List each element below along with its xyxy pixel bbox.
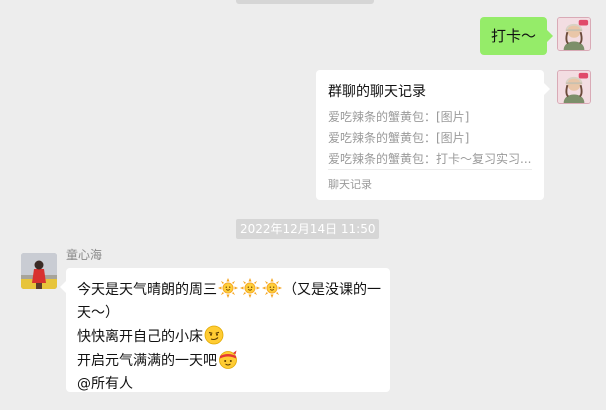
incoming-message-bubble[interactable]: 今天是天气晴朗的周三 （又是没课的一天～） 快快离开自己的小床 开启元气满满的一天… xyxy=(60,268,390,392)
message-line: 开启元气满满的一天吧 xyxy=(77,349,382,373)
mention-all[interactable]: @所有人 xyxy=(77,376,133,392)
chat-record-footer: 聊天记录 xyxy=(328,178,372,191)
sender-name: 童心海 xyxy=(66,248,103,262)
chat-record-line: 爱吃辣条的蟹黄包：打卡～复习实习... xyxy=(328,152,532,166)
message-line-text: 开启元气满满的一天吧 xyxy=(77,353,217,369)
my-avatar[interactable] xyxy=(557,17,591,51)
my-avatar[interactable] xyxy=(557,70,591,104)
chat-record-title: 群聊的聊天记录 xyxy=(328,84,426,100)
message-line-text: 今天是天气晴朗的周三 xyxy=(77,282,217,298)
outgoing-message-text: 打卡～ xyxy=(491,27,537,45)
sun-emoji-icon xyxy=(218,278,238,298)
message-line: 今天是天气晴朗的周三 （又是没课的一天～） xyxy=(77,278,382,325)
message-line-text: 快快离开自己的小床 xyxy=(77,329,203,345)
previous-timestamp-stub xyxy=(236,0,374,4)
smirk-emoji-icon xyxy=(204,325,224,345)
sun-emoji-icon xyxy=(240,278,260,298)
my-avatar-image xyxy=(558,18,590,50)
sender-avatar-image xyxy=(21,253,57,289)
outgoing-message-bubble[interactable]: 打卡～ xyxy=(480,17,554,55)
chat-record-line: 爱吃辣条的蟹黄包：[图片] xyxy=(328,110,470,124)
message-line: 快快离开自己的小床 xyxy=(77,325,382,349)
chat-record-divider xyxy=(328,169,532,170)
headband-emoji-icon xyxy=(218,349,238,369)
sun-emoji-icon xyxy=(262,278,282,298)
sender-avatar[interactable] xyxy=(21,253,57,289)
my-avatar-image xyxy=(558,71,590,103)
message-timestamp: 2022年12月14日 11:50 xyxy=(236,219,380,239)
message-line: @所有人 xyxy=(77,373,382,396)
chat-record-card[interactable]: 群聊的聊天记录 爱吃辣条的蟹黄包：[图片] 爱吃辣条的蟹黄包：[图片] 爱吃辣条… xyxy=(316,70,550,200)
chat-record-line: 爱吃辣条的蟹黄包：[图片] xyxy=(328,131,470,145)
